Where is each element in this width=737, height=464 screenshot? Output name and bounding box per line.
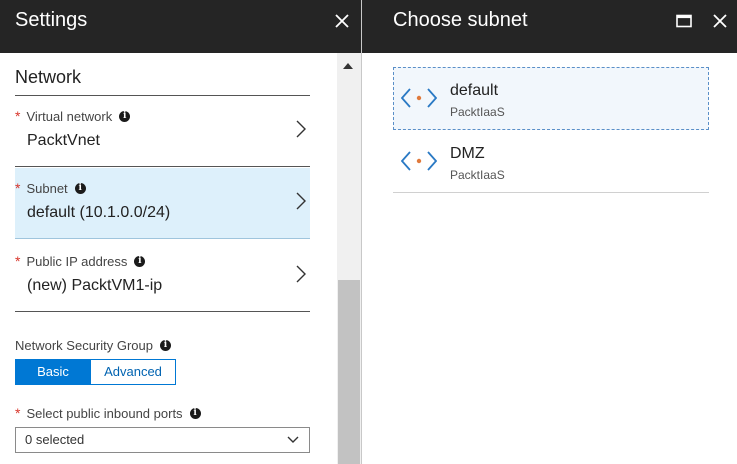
info-icon[interactable]: i <box>189 407 201 419</box>
required-marker: * <box>15 253 21 269</box>
chevron-down-icon <box>287 436 299 443</box>
network-section-title: Network <box>15 67 82 87</box>
subnet-icon <box>401 88 437 108</box>
chevron-right-icon <box>296 120 306 138</box>
info-icon[interactable]: i <box>134 255 146 267</box>
choose-subnet-title: Choose subnet <box>393 9 528 31</box>
required-marker: * <box>15 405 21 421</box>
info-icon[interactable]: i <box>74 182 86 194</box>
chevron-right-icon <box>296 265 306 283</box>
choose-subnet-blade: Choose subnet default PacktIaaS DMZ Pack… <box>362 0 737 464</box>
required-marker: * <box>15 108 21 124</box>
inbound-ports-label-text: Select public inbound ports <box>26 405 183 421</box>
choose-subnet-header: Choose subnet <box>362 0 737 53</box>
settings-content: Network * Virtual network i PacktVnet * … <box>0 53 336 464</box>
required-marker: * <box>15 180 21 196</box>
public-ip-label: * Public IP address i <box>15 253 146 269</box>
virtual-network-label-text: Virtual network <box>26 108 113 124</box>
subnet-item-dmz[interactable]: DMZ PacktIaaS <box>393 130 709 193</box>
subnet-value: default (10.1.0.0/24) <box>27 204 171 221</box>
scroll-thumb[interactable] <box>338 280 360 464</box>
virtual-network-label: * Virtual network i <box>15 108 131 124</box>
settings-header: Settings <box>0 0 361 53</box>
subnet-label: * Subnet i <box>15 180 86 196</box>
nsg-advanced-button[interactable]: Advanced <box>91 359 176 385</box>
settings-title: Settings <box>15 9 88 31</box>
inbound-ports-value: 0 selected <box>25 432 85 447</box>
inbound-ports-dropdown[interactable]: 0 selected <box>15 427 310 453</box>
public-ip-row[interactable]: * Public IP address i (new) PacktVM1-ip <box>15 241 310 312</box>
subnet-name: DMZ <box>450 145 485 162</box>
close-icon[interactable] <box>710 11 730 31</box>
subnet-list: default PacktIaaS DMZ PacktIaaS <box>393 67 709 193</box>
info-icon[interactable]: i <box>160 340 171 351</box>
nsg-label-text: Network Security Group <box>15 338 153 353</box>
subnet-item-default[interactable]: default PacktIaaS <box>393 67 709 130</box>
subnet-vnet-name: PacktIaaS <box>450 105 505 119</box>
public-ip-value: (new) PacktVM1-ip <box>27 277 163 294</box>
info-icon[interactable]: i <box>119 110 131 122</box>
settings-blade: Settings Network * Virtual network i Pac… <box>0 0 361 464</box>
subnet-vnet-name: PacktIaaS <box>450 168 505 182</box>
virtual-network-value: PacktVnet <box>27 132 100 149</box>
nsg-basic-button[interactable]: Basic <box>15 359 91 385</box>
scroll-up-arrow-icon[interactable] <box>343 63 353 69</box>
settings-scrollbar[interactable] <box>337 53 361 464</box>
chevron-right-icon <box>296 192 306 210</box>
public-ip-label-text: Public IP address <box>26 253 128 269</box>
subnet-label-text: Subnet <box>26 180 68 196</box>
virtual-network-row[interactable]: * Virtual network i PacktVnet <box>15 96 310 167</box>
subnet-icon <box>401 151 437 171</box>
maximize-icon[interactable] <box>674 11 694 31</box>
nsg-toggle: Basic Advanced <box>15 359 176 385</box>
subnet-name: default <box>450 82 499 99</box>
close-icon[interactable] <box>332 11 352 31</box>
inbound-ports-label: * Select public inbound ports i <box>15 405 201 421</box>
subnet-row[interactable]: * Subnet i default (10.1.0.0/24) <box>15 168 310 239</box>
nsg-label: Network Security Group i <box>15 338 171 353</box>
